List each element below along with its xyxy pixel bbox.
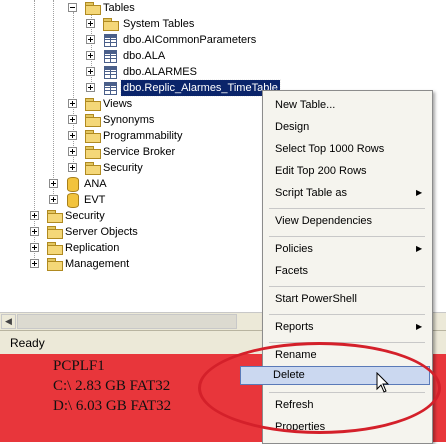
menu-item-select-top-rows[interactable]: Select Top 1000 Rows — [275, 140, 384, 158]
expand-icon[interactable] — [86, 19, 95, 28]
expand-icon[interactable] — [49, 179, 58, 188]
tree-line — [34, 0, 35, 264]
expand-icon[interactable] — [68, 99, 77, 108]
expand-icon[interactable] — [86, 83, 95, 92]
folder-icon — [85, 162, 101, 175]
expand-icon[interactable] — [86, 35, 95, 44]
annotation-ellipse — [198, 342, 441, 434]
drive-d-info: D:\ 6.03 GB FAT32 — [53, 398, 172, 414]
folder-icon — [103, 18, 119, 31]
menu-item-script-table-as[interactable]: Script Table as — [275, 184, 347, 202]
folder-icon — [47, 258, 63, 271]
folder-icon — [85, 146, 101, 159]
menu-item-view-dependencies[interactable]: View Dependencies — [275, 212, 372, 230]
menu-item-start-powershell[interactable]: Start PowerShell — [275, 290, 357, 308]
submenu-arrow-icon: ▶ — [416, 244, 423, 253]
menu-item-new-table[interactable]: New Table... — [275, 96, 335, 114]
tree-line — [53, 0, 54, 200]
menu-separator — [269, 208, 425, 209]
menu-item-design[interactable]: Design — [275, 118, 309, 136]
expand-icon[interactable] — [86, 67, 95, 76]
expand-icon[interactable] — [30, 211, 39, 220]
scrollbar-thumb[interactable] — [17, 314, 237, 329]
folder-icon — [85, 114, 101, 127]
folder-icon — [47, 242, 63, 255]
menu-item-policies[interactable]: Policies — [275, 240, 313, 258]
mouse-cursor-icon — [376, 372, 390, 393]
collapse-icon[interactable] — [68, 3, 77, 12]
scroll-left-icon[interactable]: ◀ — [1, 314, 16, 329]
menu-item-edit-top-rows[interactable]: Edit Top 200 Rows — [275, 162, 367, 180]
drive-c-info: C:\ 2.83 GB FAT32 — [53, 378, 171, 394]
table-icon — [104, 82, 117, 95]
menu-item-facets[interactable]: Facets — [275, 262, 308, 280]
host-name: PCPLF1 — [53, 358, 105, 374]
expand-icon[interactable] — [30, 259, 39, 268]
folder-icon — [47, 210, 63, 223]
expand-icon[interactable] — [30, 227, 39, 236]
status-text: Ready — [10, 336, 45, 350]
submenu-arrow-icon: ▶ — [416, 322, 423, 331]
expand-icon[interactable] — [49, 195, 58, 204]
folder-icon — [85, 98, 101, 111]
expand-icon[interactable] — [86, 51, 95, 60]
expand-icon[interactable] — [68, 147, 77, 156]
expand-icon[interactable] — [68, 163, 77, 172]
folder-icon — [85, 2, 101, 15]
expand-icon[interactable] — [30, 243, 39, 252]
database-icon — [67, 177, 79, 192]
table-icon — [104, 34, 117, 47]
table-icon — [104, 66, 117, 79]
submenu-arrow-icon: ▶ — [416, 188, 423, 197]
expand-icon[interactable] — [68, 115, 77, 124]
folder-icon — [47, 226, 63, 239]
menu-separator — [269, 286, 425, 287]
table-icon — [104, 50, 117, 63]
menu-separator — [269, 236, 425, 237]
folder-icon — [85, 130, 101, 143]
database-icon — [67, 193, 79, 208]
expand-icon[interactable] — [68, 131, 77, 140]
menu-item-reports[interactable]: Reports — [275, 318, 314, 336]
menu-separator — [269, 314, 425, 315]
